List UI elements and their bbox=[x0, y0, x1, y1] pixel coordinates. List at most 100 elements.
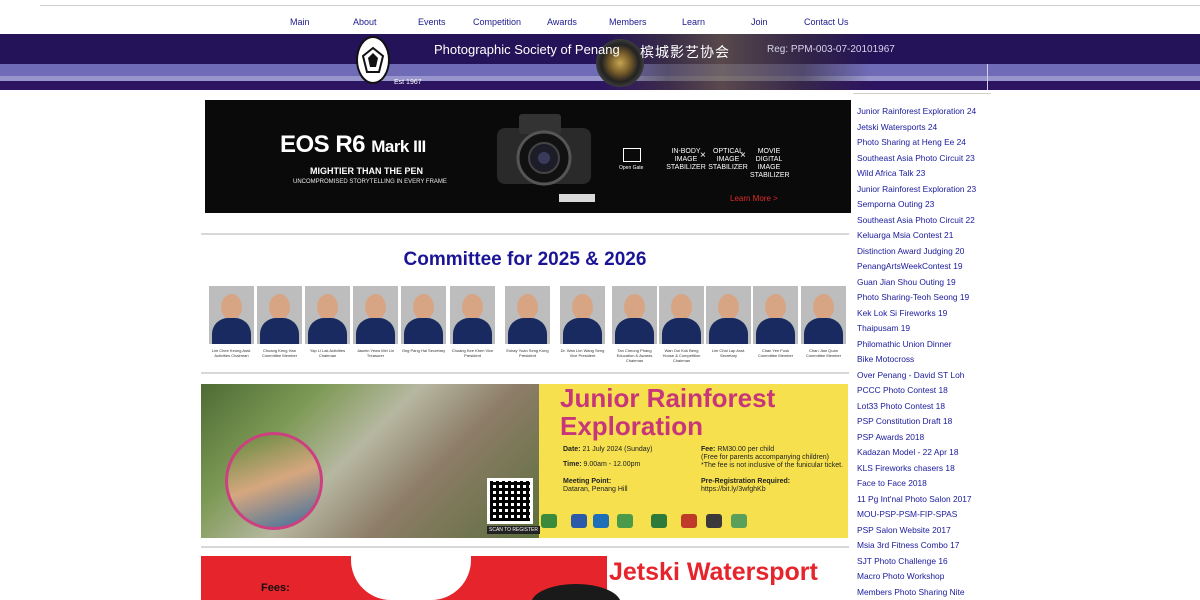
sidebar-link[interactable]: PCCC Photo Contest 18 bbox=[853, 383, 991, 399]
sidebar-link[interactable]: Bike Motocross bbox=[853, 352, 991, 368]
sidebar-link[interactable]: MOU-PSP-PSM-FIP-SPAS bbox=[853, 507, 991, 523]
sidebar-link[interactable]: Semporna Outing 23 bbox=[853, 197, 991, 213]
sidebar-link[interactable]: Msia 3rd Fitness Combo 17 bbox=[853, 538, 991, 554]
jetski-title: Jetski Watersport bbox=[609, 558, 818, 586]
sidebar-link[interactable]: PSP Awards 2018 bbox=[853, 430, 991, 446]
ad-model-suffix: Mark III bbox=[371, 137, 426, 156]
sidebar-link[interactable]: Southeast Asia Photo Circuit 22 bbox=[853, 213, 991, 229]
open-gate-label: Open Gate bbox=[619, 165, 644, 171]
member-photo bbox=[505, 286, 550, 344]
member-photo bbox=[706, 286, 751, 344]
society-logo[interactable] bbox=[356, 36, 390, 84]
sidebar-link[interactable]: Face to Face 2018 bbox=[853, 476, 991, 492]
time-value: 9.00am - 12.00pm bbox=[583, 461, 641, 468]
member-caption: Dr. Wan Lim Wang Seng Vice President bbox=[560, 348, 605, 358]
sidebar-link[interactable]: Junior Rainforest Exploration 23 bbox=[853, 182, 991, 198]
poster-prereg: Pre-Registration Required: https://bit.l… bbox=[701, 478, 790, 494]
nav-events[interactable]: Events bbox=[418, 17, 446, 27]
sidebar-link[interactable]: Guan Jian Shou Outing 19 bbox=[853, 275, 991, 291]
committee-member: Wan Ooi Kok Beng House & Competition Cha… bbox=[659, 286, 704, 363]
member-caption: Chuang Kee Khen Vice President bbox=[451, 348, 494, 358]
sidebar-link[interactable]: KLS Fireworks chasers 18 bbox=[853, 461, 991, 477]
section-divider bbox=[201, 233, 849, 235]
member-caption: Jasmin Yeow Mei Lin Treasurer bbox=[356, 348, 395, 358]
member-photo bbox=[753, 286, 798, 344]
prereg-link[interactable]: https://bit.ly/3wfghKb bbox=[701, 486, 766, 493]
sidebar-link[interactable]: PenangArtsWeekContest 19 bbox=[853, 259, 991, 275]
nav-about[interactable]: About bbox=[353, 17, 377, 27]
sidebar-link[interactable]: Macro Photo Workshop bbox=[853, 569, 991, 585]
registration-qr-code[interactable] bbox=[487, 478, 533, 524]
sidebar-link[interactable]: PSP Constitution Draft 18 bbox=[853, 414, 991, 430]
member-caption: Lim Chee Keong Asst. Activities Chairman bbox=[211, 348, 252, 358]
meeting-value: Dataran, Penang Hill bbox=[563, 486, 628, 493]
committee-member: Chuang Kee Khen Vice President bbox=[450, 286, 495, 362]
member-photo bbox=[353, 286, 398, 344]
junior-rainforest-poster[interactable]: SCAN TO REGISTER Junior Rainforest Explo… bbox=[201, 384, 848, 538]
date-value: 21 July 2024 (Sunday) bbox=[582, 446, 653, 453]
nav-main[interactable]: Main bbox=[290, 17, 310, 27]
member-photo bbox=[801, 286, 846, 344]
aperture-icon bbox=[361, 46, 385, 73]
jetski-watersport-poster[interactable]: Fees: Jetski Watersport bbox=[201, 556, 848, 600]
fee-note-2: *The fee is not inclusive of the funicul… bbox=[701, 462, 844, 469]
main-nav: Main About Events Competition Awards Mem… bbox=[0, 17, 1200, 31]
member-caption: Chan Yee Fook Committee Member bbox=[757, 348, 794, 358]
member-caption: Chuang Keng Han Committee Member bbox=[261, 348, 298, 358]
sidebar-link[interactable]: Jetski Watersports 24 bbox=[853, 120, 991, 136]
member-photo bbox=[257, 286, 302, 344]
meeting-label: Meeting Point: bbox=[563, 478, 612, 485]
ad-learn-more-link[interactable]: Learn More > bbox=[730, 194, 778, 203]
committee-member: Eshay Yuan Seng Kong President bbox=[505, 286, 550, 362]
sidebar-link[interactable]: 11 Pg Int'nal Photo Salon 2017 bbox=[853, 492, 991, 508]
sidebar-link[interactable]: Junior Rainforest Exploration 24 bbox=[853, 104, 991, 120]
nav-learn[interactable]: Learn bbox=[682, 17, 705, 27]
society-chinese-name: 槟城影艺协会 bbox=[640, 44, 730, 60]
sidebar-link[interactable]: Photo Sharing-Teoh Seong 19 bbox=[853, 290, 991, 306]
sidebar-link[interactable]: Kadazan Model - 22 Apr 18 bbox=[853, 445, 991, 461]
member-caption: Yap Li Lak Activities Chairman bbox=[309, 348, 346, 358]
member-caption: Tan Cheong Phang Education & Awards Chai… bbox=[616, 348, 653, 363]
nav-members[interactable]: Members bbox=[609, 17, 647, 27]
committee-member: Ong Pang Hai Secretary bbox=[401, 286, 446, 362]
member-photo bbox=[401, 286, 446, 344]
sidebar-link[interactable]: Keluarga Msia Contest 21 bbox=[853, 228, 991, 244]
committee-member: Yap Li Lak Activities Chairman bbox=[305, 286, 350, 362]
ad-model-name: EOS R6 Mark III bbox=[280, 131, 426, 159]
section-divider bbox=[201, 372, 849, 374]
sponsor-logo bbox=[651, 514, 667, 528]
sidebar-link[interactable]: Members Photo Sharing Nite bbox=[853, 585, 991, 600]
committee-member: Chan Yee Fook Committee Member bbox=[753, 286, 798, 362]
committee-member: Chan Jian Quan Committee Member bbox=[801, 286, 846, 362]
nav-contact-us[interactable]: Contact Us bbox=[804, 17, 849, 27]
section-divider bbox=[201, 546, 849, 548]
member-photo bbox=[450, 286, 495, 344]
nav-join[interactable]: Join bbox=[751, 17, 768, 27]
sidebar-link[interactable]: Over Penang - David ST Loh bbox=[853, 368, 991, 384]
nav-awards[interactable]: Awards bbox=[547, 17, 577, 27]
scan-label: SCAN TO REGISTER bbox=[487, 526, 540, 534]
sidebar-link[interactable]: Lot33 Photo Contest 18 bbox=[853, 399, 991, 415]
sidebar-link[interactable]: Kek Lok Si Fireworks 19 bbox=[853, 306, 991, 322]
sidebar-link[interactable]: Distinction Award Judging 20 bbox=[853, 244, 991, 260]
sidebar-link[interactable]: SJT Photo Challenge 16 bbox=[853, 554, 991, 570]
sidebar-link[interactable]: Thaipusam 19 bbox=[853, 321, 991, 337]
jetski-fees-label: Fees: bbox=[261, 582, 290, 594]
time-label: Time: bbox=[563, 461, 582, 468]
member-caption: Wan Ooi Kok Beng House & Competition Cha… bbox=[662, 348, 701, 363]
site-banner: Est 1967 Photographic Society of Penang … bbox=[0, 34, 1200, 90]
poster-fee: Fee: RM30.00 per child (Free for parents… bbox=[701, 446, 843, 470]
member-caption: Chan Jian Quan Committee Member bbox=[805, 348, 842, 358]
sidebar-link[interactable]: Southeast Asia Photo Circuit 23 bbox=[853, 151, 991, 167]
sidebar-link[interactable]: Philomathic Union Dinner bbox=[853, 337, 991, 353]
open-gate-icon bbox=[623, 148, 641, 162]
sidebar-link[interactable]: Wild Africa Talk 23 bbox=[853, 166, 991, 182]
member-photo bbox=[209, 286, 254, 344]
sidebar-link[interactable]: Photo Sharing at Heng Ee 24 bbox=[853, 135, 991, 151]
ad-tagline: MIGHTIER THAN THE PEN bbox=[310, 166, 424, 176]
banner-rule bbox=[987, 64, 988, 90]
camera-advertisement[interactable]: EOS R6 Mark III MIGHTIER THAN THE PEN UN… bbox=[205, 100, 851, 213]
sidebar-link[interactable]: PSP Salon Website 2017 bbox=[853, 523, 991, 539]
nav-competition[interactable]: Competition bbox=[473, 17, 521, 27]
fee-note-1: (Free for parents accompanying children) bbox=[701, 454, 830, 461]
